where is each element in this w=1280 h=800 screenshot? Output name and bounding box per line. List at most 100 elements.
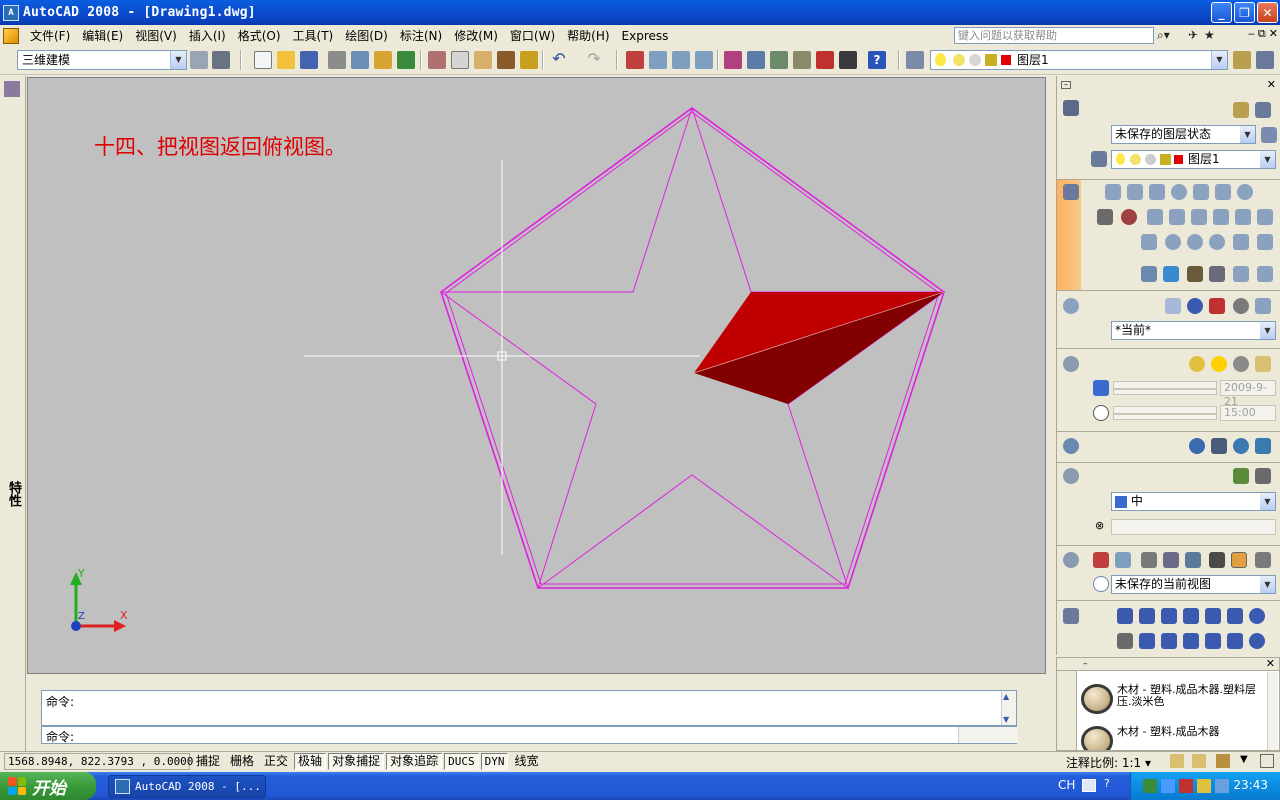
menu-express[interactable]: Express	[617, 29, 676, 43]
visual-styles-panel-icon[interactable]	[1063, 298, 1079, 314]
osnap-toggle[interactable]: 对象捕捉	[328, 753, 385, 770]
shell-icon[interactable]	[1233, 266, 1249, 282]
line-icon[interactable]	[1117, 608, 1133, 624]
slice-icon[interactable]	[1257, 209, 1273, 225]
construction-line-icon[interactable]	[1139, 608, 1155, 624]
language-indicator[interactable]: CH	[1058, 778, 1075, 792]
match-properties-icon[interactable]	[497, 51, 515, 69]
clean-screen-icon[interactable]	[1260, 754, 1274, 768]
materials-scrollbar[interactable]	[1267, 672, 1278, 750]
cut-icon[interactable]	[428, 51, 446, 69]
named-views-icon[interactable]	[1093, 576, 1109, 592]
workspace-settings-icon[interactable]	[190, 51, 208, 69]
loft-icon[interactable]	[1235, 209, 1251, 225]
imprint-icon[interactable]	[1257, 234, 1273, 250]
annotation-scale[interactable]: 注释比例: 1:1 ▾	[1066, 754, 1151, 771]
menu-tools[interactable]: 工具(T)	[288, 27, 341, 44]
volume-icon[interactable]	[1197, 779, 1211, 793]
dyn-toggle[interactable]: DYN	[480, 753, 509, 770]
favorites-star-icon[interactable]: ★	[1204, 28, 1215, 42]
tool-palettes-icon[interactable]	[770, 51, 788, 69]
redo-icon[interactable]: ↷	[585, 51, 603, 69]
command-history[interactable]: 命令: ▲ ▼	[41, 690, 1017, 726]
markup-set-icon[interactable]	[816, 51, 834, 69]
orbit-icon[interactable]	[1141, 552, 1157, 568]
revolve-icon[interactable]	[1213, 209, 1229, 225]
open-file-icon[interactable]	[277, 51, 295, 69]
doc-close-button[interactable]: ✕	[1269, 27, 1278, 41]
camera-icon[interactable]	[1163, 552, 1179, 568]
rectangle-icon[interactable]	[1205, 608, 1221, 624]
conceptual-style-icon[interactable]	[1209, 298, 1225, 314]
scroll-down-icon[interactable]: ▼	[1003, 715, 1009, 724]
menu-insert[interactable]: 插入(I)	[184, 27, 233, 44]
otrack-toggle[interactable]: 对象追踪	[386, 753, 443, 770]
extrude-icon[interactable]	[1147, 209, 1163, 225]
command-line-input[interactable]: 命令:	[41, 726, 1018, 744]
light-list-icon[interactable]	[1255, 356, 1271, 372]
sun-status-icon[interactable]	[1189, 356, 1205, 372]
zoom-icon[interactable]	[1115, 552, 1131, 568]
hatch-icon[interactable]	[1117, 633, 1133, 649]
render-region-icon[interactable]	[1233, 468, 1249, 484]
publish-icon[interactable]	[374, 51, 392, 69]
torus-icon[interactable]	[1237, 184, 1253, 200]
render-panel-icon[interactable]	[1063, 438, 1079, 454]
polar-toggle[interactable]: 极轴	[294, 753, 327, 770]
zoom-previous-icon[interactable]	[695, 51, 713, 69]
walk-icon[interactable]	[1185, 552, 1201, 568]
3d-make-panel-icon[interactable]	[1063, 184, 1079, 200]
ducs-toggle[interactable]: DUCS	[444, 753, 479, 770]
minimize-button[interactable]: _	[1211, 2, 1232, 23]
2d-draw-panel-icon[interactable]	[1063, 608, 1079, 624]
layer-tool-icon[interactable]	[1233, 102, 1249, 118]
navigation-panel-icon[interactable]	[1063, 552, 1079, 568]
status-menu-icon[interactable]: ▼	[1240, 754, 1248, 765]
print-icon[interactable]	[328, 51, 346, 69]
design-center-icon[interactable]	[747, 51, 765, 69]
lock-toolbar-icon[interactable]	[1216, 754, 1230, 768]
menu-window[interactable]: 窗口(W)	[505, 27, 562, 44]
move-icon[interactable]	[1227, 633, 1243, 649]
sphere-icon[interactable]	[1171, 184, 1187, 200]
properties-icon[interactable]	[4, 81, 20, 97]
section-plane-icon[interactable]	[1163, 266, 1179, 282]
annotation-visibility-icon[interactable]	[1170, 754, 1184, 768]
command-hscrollbar[interactable]	[958, 727, 1018, 743]
array-icon[interactable]	[1205, 633, 1221, 649]
union-icon[interactable]	[1165, 234, 1181, 250]
tray-app-icon[interactable]	[1143, 779, 1157, 793]
copy-object-icon[interactable]	[1139, 633, 1155, 649]
tray-misc-icon[interactable]	[1215, 779, 1229, 793]
help-search-input[interactable]: 键入问题以获取帮助	[954, 27, 1154, 44]
layer-state-dropdown[interactable]: 未保存的图层状态 ▼	[1111, 125, 1256, 144]
network-icon[interactable]	[1161, 779, 1175, 793]
doc-minimize-button[interactable]: ‒	[1248, 27, 1255, 41]
render-presets-icon[interactable]	[1233, 438, 1249, 454]
circle-icon[interactable]	[1249, 608, 1265, 624]
help-icon[interactable]: ?	[868, 51, 886, 69]
zoom-window-icon[interactable]	[672, 51, 690, 69]
document-icon[interactable]	[3, 27, 19, 44]
paste-icon[interactable]	[474, 51, 492, 69]
layer-properties-icon[interactable]	[906, 51, 924, 69]
visual-styles-manager-icon[interactable]	[1233, 298, 1249, 314]
save-workspace-icon[interactable]	[212, 51, 230, 69]
realistic-style-icon[interactable]	[1187, 298, 1203, 314]
menu-format[interactable]: 格式(O)	[233, 27, 288, 44]
layer-previous-icon[interactable]	[1256, 51, 1274, 69]
properties-palette-icon[interactable]	[724, 51, 742, 69]
perspective-icon[interactable]	[1231, 552, 1247, 568]
command-scrollbar[interactable]: ▲ ▼	[1001, 691, 1016, 725]
convert-to-solid-icon[interactable]	[1209, 266, 1225, 282]
xray-icon[interactable]	[1255, 298, 1271, 314]
search-icon[interactable]: ⌕▾	[1157, 28, 1170, 43]
doc-restore-button[interactable]: ⧉	[1258, 27, 1266, 41]
presspull-icon[interactable]	[1169, 209, 1185, 225]
menu-dimension[interactable]: 标注(N)	[395, 27, 449, 44]
flatshot-icon[interactable]	[1141, 266, 1157, 282]
lights-panel-icon[interactable]	[1063, 356, 1079, 372]
3d-dwf-icon[interactable]	[397, 51, 415, 69]
undo-icon[interactable]: ↶	[550, 51, 568, 69]
pan-realtime-icon[interactable]	[626, 51, 644, 69]
